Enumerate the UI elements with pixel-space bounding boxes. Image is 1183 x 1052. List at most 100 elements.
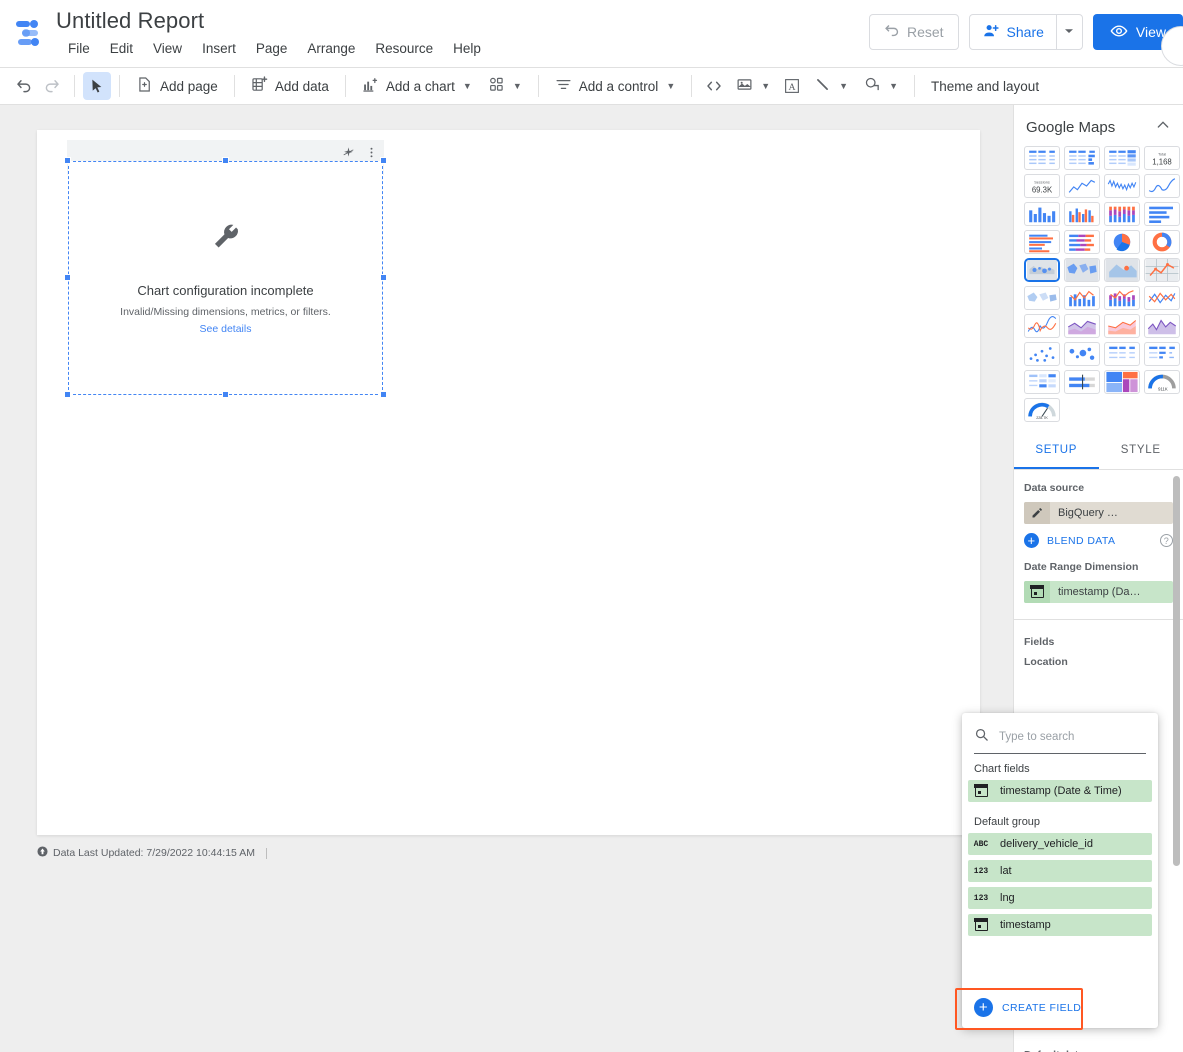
chart-type-grouped-bar-chart[interactable] xyxy=(1024,230,1060,254)
field-item-timestamp-date-time[interactable]: timestamp (Date & Time) xyxy=(968,780,1152,802)
field-item-timestamp[interactable]: timestamp xyxy=(968,914,1152,936)
resize-handle-s[interactable] xyxy=(222,391,229,398)
add-chart-label: Add a chart xyxy=(385,78,455,94)
tab-style[interactable]: STYLE xyxy=(1099,432,1183,469)
chart-type-donut-chart[interactable] xyxy=(1144,230,1180,254)
resize-handle-n[interactable] xyxy=(222,157,229,164)
tab-setup[interactable]: SETUP xyxy=(1014,432,1099,469)
chart-type-stacked-combo-chart[interactable] xyxy=(1104,286,1140,310)
chart-type-table[interactable] xyxy=(1024,146,1060,170)
search-input[interactable] xyxy=(997,730,1137,744)
chart-type-area-chart[interactable] xyxy=(1064,314,1100,338)
chevron-down-icon: ▼ xyxy=(839,81,849,91)
menu-resource[interactable]: Resource xyxy=(365,37,443,61)
menu-help[interactable]: Help xyxy=(443,37,491,61)
field-search-row[interactable] xyxy=(974,727,1146,754)
resize-handle-sw[interactable] xyxy=(64,391,71,398)
chart-type-scatter-chart[interactable] xyxy=(1024,342,1060,366)
chart-type-bullet-chart[interactable] xyxy=(1064,370,1100,394)
chevron-up-icon[interactable] xyxy=(1155,117,1171,138)
share-dropdown-toggle[interactable] xyxy=(1055,15,1082,49)
svg-text:A: A xyxy=(789,82,796,93)
add-chart-button[interactable]: Add a chart ▼ xyxy=(354,72,480,100)
insert-line-button[interactable]: ▼ xyxy=(806,72,856,100)
undo-button[interactable] xyxy=(10,72,38,100)
chart-type-gauge-large[interactable]: 228.7K xyxy=(1024,398,1060,422)
add-page-button[interactable]: Add page xyxy=(128,72,226,100)
chart-placeholder[interactable]: Chart configuration incomplete Invalid/M… xyxy=(68,161,383,395)
date-range-dimension-chip[interactable]: timestamp (Da… xyxy=(1024,581,1173,603)
field-item-lng[interactable]: 123 lng xyxy=(968,887,1152,909)
chart-type-stacked-area-chart[interactable] xyxy=(1104,314,1140,338)
chart-type-pivot-table-heatmap[interactable] xyxy=(1024,370,1060,394)
chart-type-scorecard-compact[interactable]: Sessions 69.3K xyxy=(1024,174,1060,198)
chart-type-table-with-bars[interactable] xyxy=(1064,146,1100,170)
chart-type-multi-line-chart[interactable] xyxy=(1024,314,1060,338)
resize-handle-ne[interactable] xyxy=(380,157,387,164)
data-source-chip[interactable]: BigQuery … xyxy=(1024,502,1173,524)
text-box-button[interactable]: A xyxy=(778,72,806,100)
reset-button[interactable]: Reset xyxy=(868,14,959,50)
menu-insert[interactable]: Insert xyxy=(192,37,246,61)
chart-type-line-chart[interactable] xyxy=(1144,286,1180,310)
looker-studio-logo-icon[interactable] xyxy=(14,18,46,50)
chart-type-combo-chart[interactable] xyxy=(1064,286,1100,310)
chart-type-mountain-area-chart[interactable] xyxy=(1144,314,1180,338)
chart-type-scorecard[interactable]: Total 1,168 xyxy=(1144,146,1180,170)
chart-type-filled-map[interactable] xyxy=(1024,286,1060,310)
menu-edit[interactable]: Edit xyxy=(100,37,143,61)
redo-button[interactable] xyxy=(38,72,66,100)
chart-type-sparkline[interactable] xyxy=(1104,174,1140,198)
person-add-icon xyxy=(982,22,1000,43)
add-data-button[interactable]: Add data xyxy=(243,72,337,100)
menu-page[interactable]: Page xyxy=(246,37,298,61)
see-details-link[interactable]: See details xyxy=(200,323,252,335)
chart-type-column-chart[interactable] xyxy=(1024,202,1060,226)
chart-type-bubble-chart[interactable] xyxy=(1064,342,1100,366)
chart-type-pivot-table[interactable] xyxy=(1104,342,1140,366)
chart-type-pivot-table-bars[interactable] xyxy=(1144,342,1180,366)
pencil-icon[interactable] xyxy=(1024,502,1050,524)
chart-type-google-maps-bubble[interactable] xyxy=(1024,258,1060,282)
create-field-button[interactable]: + CREATE FIELD xyxy=(974,998,1081,1017)
field-group-label-chart-fields: Chart fields xyxy=(974,763,1030,775)
chart-type-google-maps-lines[interactable] xyxy=(1144,258,1180,282)
select-tool-button[interactable] xyxy=(83,72,111,100)
chart-type-gauge[interactable]: 911K xyxy=(1144,370,1180,394)
report-workspace[interactable]: Chart configuration incomplete Invalid/M… xyxy=(0,105,1013,1052)
field-item-lat[interactable]: 123 lat xyxy=(968,860,1152,882)
menu-view[interactable]: View xyxy=(143,37,192,61)
chart-type-treemap[interactable] xyxy=(1104,370,1140,394)
embed-code-button[interactable] xyxy=(700,72,728,100)
resize-handle-nw[interactable] xyxy=(64,157,71,164)
chart-type-stacked-bar-chart[interactable] xyxy=(1064,230,1100,254)
community-visualizations-button[interactable]: ▼ xyxy=(480,72,530,100)
chart-type-pie-chart[interactable] xyxy=(1104,230,1140,254)
theme-and-layout-button[interactable]: Theme and layout xyxy=(923,72,1047,100)
share-button[interactable]: Share xyxy=(970,15,1056,49)
resize-handle-se[interactable] xyxy=(380,391,387,398)
field-item-delivery-vehicle-id[interactable]: ABC delivery_vehicle_id xyxy=(968,833,1152,855)
menu-arrange[interactable]: Arrange xyxy=(297,37,365,61)
refresh-data-icon[interactable] xyxy=(37,846,48,860)
menu-file[interactable]: File xyxy=(58,37,100,61)
panel-scrollbar-thumb[interactable] xyxy=(1173,476,1180,866)
chart-type-geo-chart[interactable] xyxy=(1064,258,1100,282)
chart-type-bar-chart[interactable] xyxy=(1144,202,1180,226)
resize-handle-w[interactable] xyxy=(64,274,71,281)
chart-type-time-series[interactable] xyxy=(1064,174,1100,198)
blend-data-button[interactable]: + BLEND DATA ? xyxy=(1024,533,1173,548)
chart-type-stacked-column-chart[interactable] xyxy=(1104,202,1140,226)
insert-image-button[interactable]: ▼ xyxy=(728,72,778,100)
field-picker-popover[interactable]: Chart fields timestamp (Date & Time) Def… xyxy=(962,713,1158,1028)
add-control-button[interactable]: Add a control ▼ xyxy=(547,72,683,100)
chart-type-smoothed-time-series[interactable] xyxy=(1144,174,1180,198)
insert-shape-button[interactable]: ▼ xyxy=(856,72,906,100)
resize-handle-e[interactable] xyxy=(380,274,387,281)
report-canvas-page[interactable]: Chart configuration incomplete Invalid/M… xyxy=(37,130,980,835)
chart-type-google-maps-heatmap[interactable] xyxy=(1104,258,1140,282)
chart-type-table-with-heatmap[interactable] xyxy=(1104,146,1140,170)
help-circle-icon[interactable]: ? xyxy=(1160,534,1173,547)
page-title[interactable]: Untitled Report xyxy=(56,6,491,36)
chart-type-grouped-column-chart[interactable] xyxy=(1064,202,1100,226)
